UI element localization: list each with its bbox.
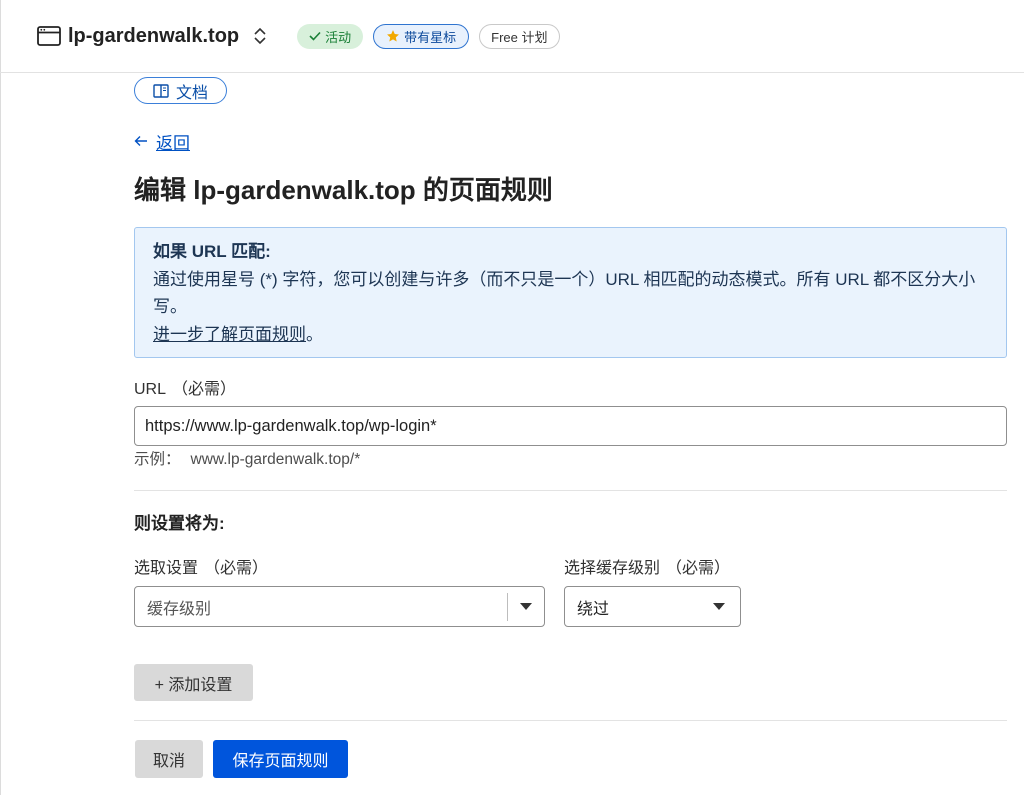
info-link-suffix: 。 [306,324,323,344]
cache-level-select[interactable]: 绕过 [564,586,741,627]
page-title: 编辑 lp-gardenwalk.top 的页面规则 [134,175,553,205]
required-marker: （必需） [666,560,731,577]
setting-select-value: 缓存级别 [147,600,212,618]
url-match-info-box: 如果 URL 匹配: 通过使用星号 (*) 字符，您可以创建与许多（而不只是一个… [134,227,1007,358]
example-label: 示例： [134,451,181,468]
divider [134,490,1007,491]
url-field-label: URL （必需） [134,379,236,401]
back-link-label: 返回 [156,133,190,153]
info-heading: 如果 URL 匹配: [153,242,271,261]
save-page-rule-button[interactable]: 保存页面规则 [213,740,348,778]
browser-window-icon [37,26,61,46]
info-link-line: 进一步了解页面规则。 [153,321,988,349]
book-icon [153,83,169,98]
settings-heading: 则设置将为: [134,514,225,533]
learn-more-link[interactable]: 进一步了解页面规则 [153,325,306,344]
docs-button-label: 文档 [176,84,209,102]
info-body: 通过使用星号 (*) 字符，您可以创建与许多（而不只是一个）URL 相匹配的动态… [153,269,976,317]
setting-label-text: 选取设置 [134,560,199,577]
cache-label-text: 选择缓存级别 [564,560,661,577]
left-border [0,0,1,795]
caret-down-icon [508,603,544,610]
page-rule-form: 文档 返回 编辑 lp-gardenwalk.top 的页面规则 如果 URL … [134,0,1007,795]
divider [134,720,1007,721]
arrow-left-icon [134,135,148,147]
required-marker: （必需） [204,560,269,577]
cache-level-select-value: 绕过 [577,600,610,618]
cache-level-select-label: 选择缓存级别 （必需） [564,558,730,580]
setting-select-label: 选取设置 （必需） [134,558,268,580]
url-input[interactable] [134,406,1007,446]
required-marker: （必需） [172,381,237,398]
example-value: www.lp-gardenwalk.top/* [190,451,361,468]
back-link[interactable]: 返回 [134,129,190,153]
url-label-text: URL [134,381,167,398]
docs-button[interactable]: 文档 [134,77,228,104]
caret-down-icon [698,603,740,610]
cancel-button[interactable]: 取消 [135,740,203,778]
add-setting-button[interactable]: + 添加设置 [134,664,253,701]
url-example: 示例： www.lp-gardenwalk.top/* [134,449,360,471]
setting-select[interactable]: 缓存级别 [134,586,545,627]
